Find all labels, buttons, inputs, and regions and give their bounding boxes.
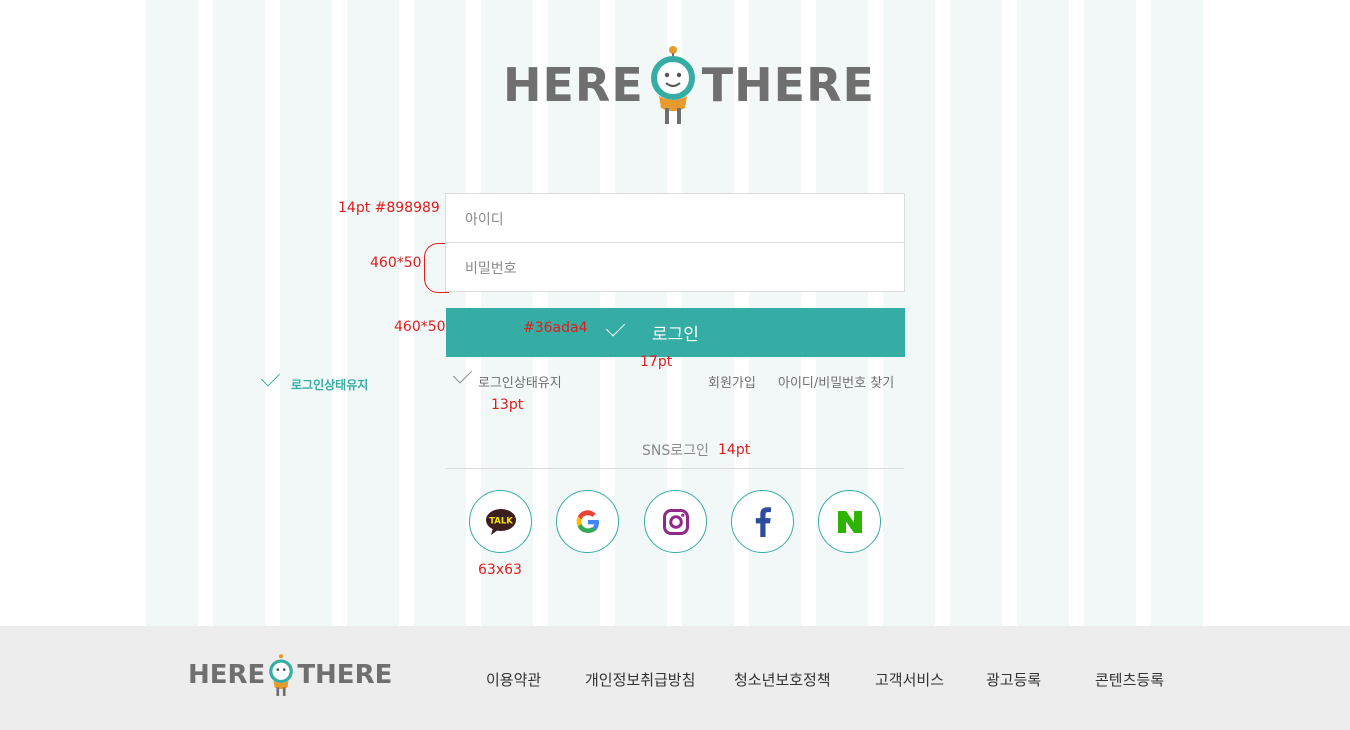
footer-link-privacy[interactable]: 개인정보취급방침 bbox=[585, 669, 695, 690]
annotation-field-font: 14pt #898989 bbox=[338, 200, 440, 216]
naver-icon bbox=[837, 510, 862, 533]
instagram-icon bbox=[662, 508, 689, 535]
sns-login-title: SNS로그인 bbox=[642, 443, 709, 459]
keep-login-label[interactable]: 로그인상태유지 bbox=[478, 372, 562, 391]
signup-link[interactable]: 회원가입 bbox=[708, 372, 756, 391]
find-account-link[interactable]: 아이디/비밀번호 찾기 bbox=[778, 372, 894, 391]
keep-login-sample-label: 로그인상태유지 bbox=[291, 378, 369, 392]
id-placeholder: 아이디 bbox=[465, 212, 504, 228]
annotation-small-font: 13pt bbox=[491, 397, 524, 413]
annotation-sns-font: 14pt bbox=[718, 442, 751, 458]
check-icon bbox=[260, 367, 281, 387]
facebook-icon bbox=[755, 506, 771, 537]
login-button[interactable]: 로그인 bbox=[446, 308, 905, 357]
footer-link-terms[interactable]: 이용약관 bbox=[486, 669, 541, 690]
login-button-label: 로그인 bbox=[652, 325, 699, 345]
annotation-field-size: 460*50 bbox=[370, 255, 422, 271]
footer-link-content-register[interactable]: 콘텐츠등록 bbox=[1095, 669, 1164, 690]
main-logo[interactable]: HERE THERE bbox=[503, 44, 875, 126]
google-login-button[interactable] bbox=[556, 490, 619, 553]
kakao-login-button[interactable]: TALK bbox=[469, 490, 532, 553]
footer-logo-word-here: HERE bbox=[188, 660, 266, 690]
annotation-button-font: 17pt bbox=[640, 354, 673, 370]
footer-link-customer-service[interactable]: 고객서비스 bbox=[875, 669, 944, 690]
password-placeholder: 비밀번호 bbox=[465, 261, 517, 277]
keep-login-check-icon[interactable] bbox=[452, 364, 473, 384]
annotation-button-color: #36ada4 bbox=[523, 320, 588, 336]
footer-logo[interactable]: HERE THERE bbox=[188, 652, 392, 698]
kakao-talk-label: TALK bbox=[489, 516, 513, 526]
mascot-icon bbox=[269, 654, 294, 696]
facebook-login-button[interactable] bbox=[731, 490, 794, 553]
footer-link-ad-register[interactable]: 광고등록 bbox=[986, 669, 1041, 690]
logo-word-there: THERE bbox=[701, 58, 875, 112]
google-icon bbox=[576, 509, 599, 533]
password-field[interactable]: 비밀번호 bbox=[445, 242, 905, 292]
id-field[interactable]: 아이디 bbox=[445, 193, 905, 243]
naver-login-button[interactable] bbox=[818, 490, 881, 553]
mascot-icon bbox=[650, 46, 695, 124]
kakao-talk-icon: TALK bbox=[485, 508, 516, 535]
annotation-button-size: 460*50 bbox=[394, 319, 446, 335]
footer-link-youth-policy[interactable]: 청소년보호정책 bbox=[734, 669, 831, 690]
footer-logo-word-there: THERE bbox=[297, 660, 393, 690]
sns-divider bbox=[445, 468, 904, 469]
annotation-icon-size: 63x63 bbox=[478, 562, 522, 578]
logo-word-here: HERE bbox=[503, 58, 644, 112]
instagram-login-button[interactable] bbox=[644, 490, 707, 553]
